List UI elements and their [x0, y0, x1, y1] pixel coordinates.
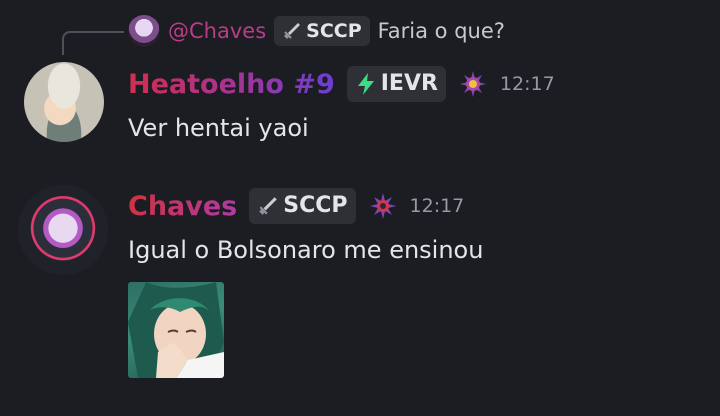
reply-author[interactable]: @Chaves: [168, 19, 266, 43]
message-text: Ver hentai yaoi: [128, 114, 309, 142]
reply-preview[interactable]: @Chaves SCCP Faria o que?: [128, 14, 505, 48]
reply-server-tag[interactable]: SCCP: [274, 16, 370, 46]
timestamp: 12:17: [499, 73, 555, 95]
reply-text[interactable]: Faria o que?: [378, 19, 505, 43]
reply-tag-label: SCCP: [306, 19, 362, 42]
timestamp: 12:17: [409, 195, 465, 217]
server-tag-label: IEVR: [380, 71, 438, 96]
chat-panel: @Chaves SCCP Faria o que? Heatoelho #9 I…: [0, 0, 720, 416]
sword-icon: [259, 197, 278, 215]
reply-avatar[interactable]: [128, 15, 160, 47]
role-badge-icon[interactable]: [458, 69, 488, 99]
reply-connector: [62, 31, 124, 55]
message-text: Igual o Bolsonaro me ensinou: [128, 236, 484, 264]
server-tag-label: SCCP: [283, 193, 348, 218]
avatar[interactable]: [18, 185, 108, 275]
author-name[interactable]: Chaves: [128, 191, 237, 222]
server-tag[interactable]: SCCP: [249, 188, 356, 224]
sword-icon: [284, 23, 301, 39]
author-name[interactable]: Heatoelho #9: [128, 69, 335, 100]
server-tag[interactable]: IEVR: [346, 66, 446, 102]
attachment-image: [128, 282, 224, 378]
message-header: Heatoelho #9 IEVR 12:17: [128, 66, 555, 102]
lightning-icon: [357, 73, 374, 95]
message-header: Chaves SCCP 12:17: [128, 188, 464, 224]
image-attachment[interactable]: [128, 282, 224, 378]
avatar[interactable]: [24, 62, 104, 142]
role-badge-icon[interactable]: [368, 191, 398, 221]
